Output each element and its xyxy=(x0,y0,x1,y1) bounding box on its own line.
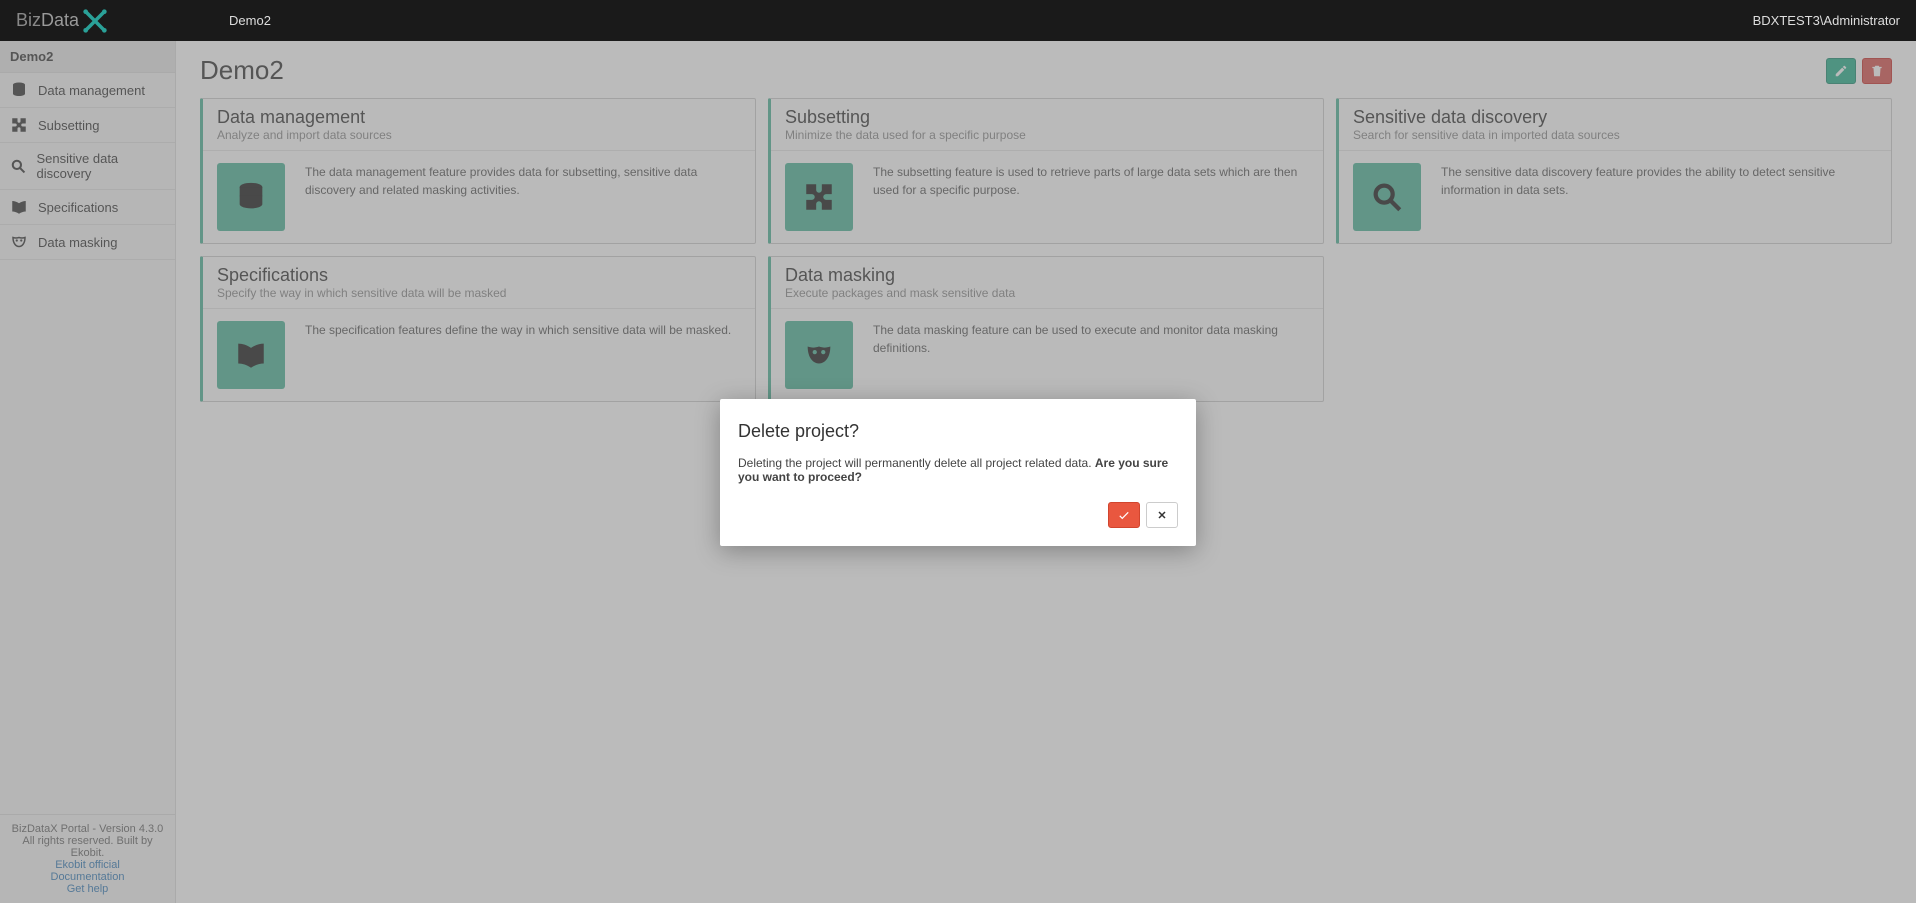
modal-backdrop[interactable]: Delete project? Deleting the project wil… xyxy=(0,41,1916,903)
check-icon xyxy=(1117,508,1131,522)
logo-text-data: Data xyxy=(41,10,79,31)
delete-project-dialog: Delete project? Deleting the project wil… xyxy=(720,399,1196,546)
logo-x-icon xyxy=(81,7,109,35)
topbar: BizData Demo2 BDXTEST3\Administrator xyxy=(0,0,1916,41)
topbar-project-name[interactable]: Demo2 xyxy=(229,13,271,28)
modal-title: Delete project? xyxy=(738,421,1178,442)
cancel-delete-button[interactable] xyxy=(1146,502,1178,528)
app-logo[interactable]: BizData xyxy=(16,7,109,35)
modal-body: Deleting the project will permanently de… xyxy=(738,456,1178,484)
topbar-user-label[interactable]: BDXTEST3\Administrator xyxy=(1753,13,1900,28)
logo-text-biz: Biz xyxy=(16,10,41,31)
close-icon xyxy=(1156,509,1168,521)
confirm-delete-button[interactable] xyxy=(1108,502,1140,528)
modal-body-text: Deleting the project will permanently de… xyxy=(738,456,1095,470)
